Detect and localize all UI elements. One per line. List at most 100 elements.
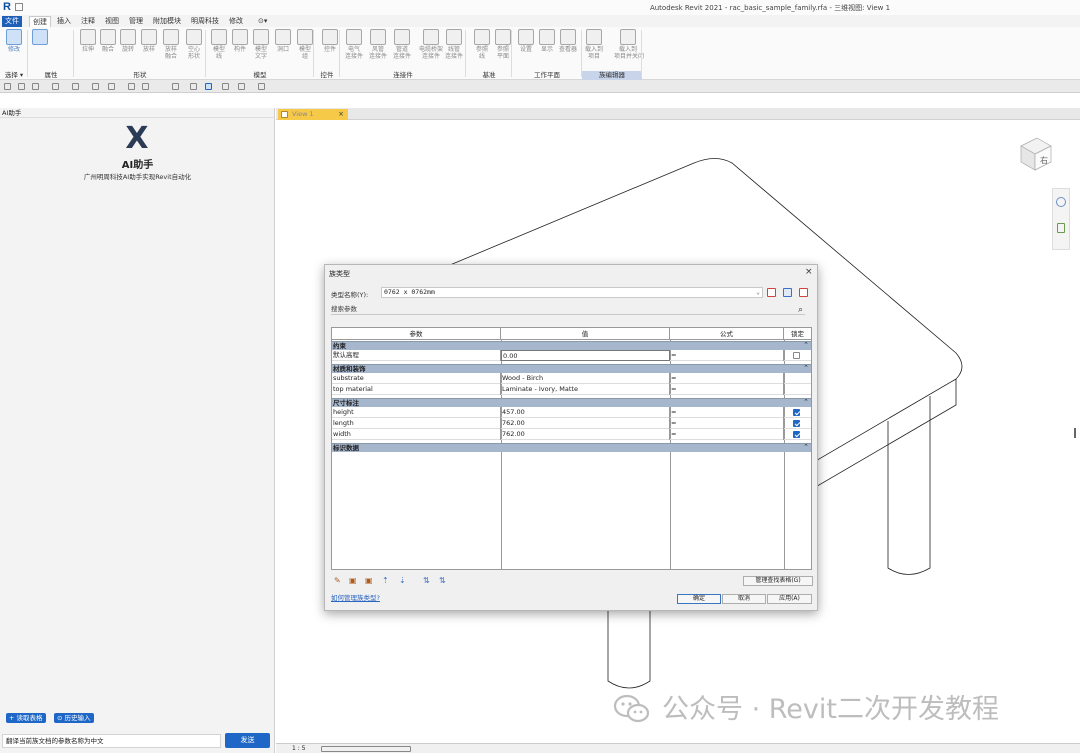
ribbon-button-13[interactable]: 控件 <box>320 29 340 53</box>
dialog-close-icon[interactable]: × <box>805 267 813 277</box>
rename-type-icon[interactable] <box>783 288 792 297</box>
read-table-button[interactable]: + 读取表格 <box>6 713 46 723</box>
value-input[interactable]: 0.00 <box>501 350 670 361</box>
zoom-icon[interactable] <box>1057 223 1065 233</box>
undo-icon[interactable] <box>52 83 59 90</box>
close-hidden-icon[interactable] <box>222 83 229 90</box>
new-type-icon[interactable] <box>767 288 776 297</box>
ribbon-group-label: 基准 <box>482 71 496 79</box>
type-name-select[interactable]: 0762 x 0762mm ⌄ <box>381 287 763 298</box>
tab-view-1[interactable]: View 1 × <box>278 109 348 120</box>
ribbon-button-10[interactable]: 模型 文字 <box>251 29 271 60</box>
ribbon-button-24[interactable]: 载入到 项目 <box>584 29 604 60</box>
ribbon-button-20[interactable]: 参照 平面 <box>493 29 513 60</box>
col-header-param[interactable]: 参数 <box>332 328 501 340</box>
col-header-lock[interactable]: 锁定 <box>784 328 811 340</box>
ribbon-button-4[interactable]: 旋转 <box>118 29 138 53</box>
history-input-button[interactable]: ⊙ 历史输入 <box>54 713 94 723</box>
open-icon[interactable] <box>4 83 11 90</box>
menu-annotate[interactable]: 注释 <box>78 16 98 27</box>
ribbon-button-21[interactable]: 设置 <box>516 29 536 53</box>
ribbon-button-7[interactable]: 空心 形状 <box>184 29 204 60</box>
menu-insert[interactable]: 插入 <box>54 16 74 27</box>
ribbon-tool-icon <box>232 29 248 45</box>
steering-wheel-icon[interactable] <box>1056 197 1066 207</box>
move-up-icon[interactable]: ⇡ <box>382 576 390 585</box>
menu-addins[interactable]: 附加模块 <box>150 16 184 27</box>
ribbon-button-14[interactable]: 电气 连接件 <box>344 29 364 60</box>
measure-icon[interactable] <box>108 83 115 90</box>
section-materials[interactable]: 材质和装饰 ⌃ <box>332 364 811 373</box>
menu-manage[interactable]: 管理 <box>126 16 146 27</box>
ribbon-button-0[interactable]: 修改 <box>4 29 24 53</box>
ribbon-button-16[interactable]: 管道 连接件 <box>392 29 412 60</box>
view-controls-icon[interactable] <box>321 746 411 752</box>
save-icon[interactable] <box>18 83 25 90</box>
thin-lines-icon[interactable] <box>205 83 212 90</box>
ribbon-button-8[interactable]: 模型 线 <box>209 29 229 60</box>
ribbon-button-9[interactable]: 构件 <box>230 29 250 53</box>
section-icon[interactable] <box>190 83 197 90</box>
print-icon[interactable] <box>92 83 99 90</box>
ribbon-button-6[interactable]: 放样 融合 <box>161 29 181 60</box>
menu-create[interactable]: 创建 <box>29 16 51 27</box>
delete-type-icon[interactable] <box>799 288 808 297</box>
menu-mingzhou[interactable]: 明周科技 <box>188 16 222 27</box>
ribbon-button-25[interactable]: 载入到 项目并关闭 <box>614 29 644 60</box>
search-parameters-input[interactable]: 搜索参数 <box>331 303 805 315</box>
lock-checkbox[interactable] <box>793 420 800 427</box>
close-tab-icon[interactable]: × <box>338 109 344 120</box>
3d-view-icon[interactable] <box>172 83 179 90</box>
menu-file[interactable]: 文件 <box>2 16 22 27</box>
sort-ascending-icon[interactable]: ⇅ <box>423 576 431 585</box>
menu-view[interactable]: 视图 <box>102 16 122 27</box>
ribbon-button-2[interactable]: 拉伸 <box>78 29 98 53</box>
menu-modify[interactable]: 修改 <box>226 16 246 27</box>
section-constraints[interactable]: 约束 ⌃ <box>332 341 811 350</box>
scale-label[interactable]: 1 : 5 <box>292 744 305 753</box>
ok-button[interactable]: 确定 <box>677 594 721 604</box>
ribbon-button-23[interactable]: 查看器 <box>558 29 578 53</box>
redo-icon[interactable] <box>72 83 79 90</box>
lock-checkbox[interactable] <box>793 409 800 416</box>
tag-icon[interactable] <box>142 83 149 90</box>
ribbon-button-18[interactable]: 线管 连接件 <box>444 29 464 60</box>
manage-lookup-tables-button[interactable]: 管理查找表格(G) <box>743 576 813 586</box>
ribbon-button-5[interactable]: 放样 <box>139 29 159 53</box>
switch-windows-icon[interactable] <box>238 83 245 90</box>
ribbon-button-15[interactable]: 风管 连接件 <box>368 29 388 60</box>
ribbon-button-22[interactable]: 显示 <box>537 29 557 53</box>
menu-extra[interactable]: ⊙▾ <box>255 16 270 27</box>
sync-icon[interactable] <box>32 83 39 90</box>
ribbon-button-19[interactable]: 参照 线 <box>472 29 492 60</box>
lock-checkbox[interactable] <box>793 431 800 438</box>
chat-input[interactable]: 翻译当前族文档的参数名称为中文 <box>2 734 221 748</box>
revit-logo-icon[interactable]: R <box>3 1 13 13</box>
move-down-icon[interactable]: ⇣ <box>399 576 407 585</box>
sort-descending-icon[interactable]: ⇅ <box>439 576 447 585</box>
view-cube[interactable]: 右 <box>1017 134 1055 172</box>
search-icon[interactable]: ⌕ <box>798 305 803 315</box>
cancel-button[interactable]: 取消 <box>722 594 766 604</box>
section-dimensions[interactable]: 尺寸标注 ⌃ <box>332 398 811 407</box>
apply-button[interactable]: 应用(A) <box>767 594 812 604</box>
how-to-link[interactable]: 如何管理族类型? <box>331 592 380 602</box>
send-button[interactable]: 发送 <box>225 733 270 748</box>
ai-logo-icon: X <box>125 121 149 156</box>
customize-qat-icon[interactable] <box>258 83 265 90</box>
edit-parameter-icon[interactable]: ✎ <box>334 576 342 585</box>
ribbon-button-17[interactable]: 电缆桥架 连接件 <box>417 29 445 60</box>
new-parameter-icon[interactable]: ▣ <box>349 576 357 585</box>
col-header-formula[interactable]: 公式 <box>670 328 784 340</box>
lock-checkbox[interactable] <box>793 352 800 359</box>
dimension-icon[interactable] <box>128 83 135 90</box>
section-identity[interactable]: 标识数据 ⌃ <box>332 443 811 452</box>
col-header-value[interactable]: 值 <box>501 328 670 340</box>
ribbon-button-11[interactable]: 洞口 <box>273 29 293 53</box>
ribbon-button-12[interactable]: 模型 组 <box>295 29 315 60</box>
delete-parameter-icon[interactable]: ▣ <box>365 576 373 585</box>
scrollbar-thumb[interactable] <box>1074 428 1076 438</box>
navigation-bar[interactable] <box>1052 188 1070 250</box>
ribbon-button-3[interactable]: 融合 <box>98 29 118 53</box>
ribbon-button-1[interactable] <box>30 29 50 46</box>
